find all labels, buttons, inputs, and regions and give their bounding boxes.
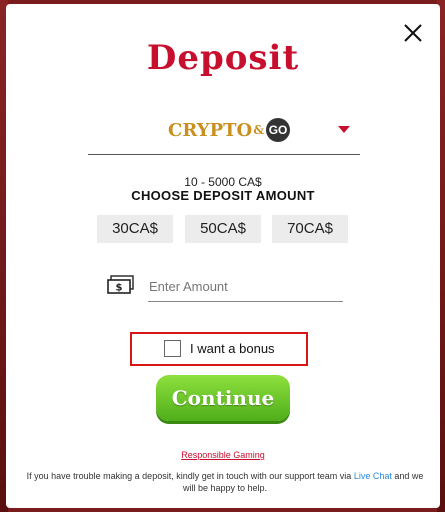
amount-option-50[interactable]: 50CA$ xyxy=(185,215,261,243)
choose-amount-label: CHOOSE DEPOSIT AMOUNT xyxy=(131,188,315,203)
payment-method-select[interactable]: CRYPTO & GO xyxy=(88,108,360,155)
amount-option-30[interactable]: 30CA$ xyxy=(97,215,173,243)
bonus-checkbox[interactable] xyxy=(164,340,181,357)
crypto-go-logo: CRYPTO & GO xyxy=(168,118,291,142)
bonus-label: I want a bonus xyxy=(190,341,275,356)
continue-button[interactable]: Continue xyxy=(156,375,290,421)
svg-text:$: $ xyxy=(116,283,123,294)
deposit-modal: Deposit CRYPTO & GO 10 - 5000 CA$ CHOOSE… xyxy=(6,4,440,508)
amount-option-70[interactable]: 70CA$ xyxy=(272,215,348,243)
logo-text: CRYPTO xyxy=(168,119,253,141)
modal-title: Deposit xyxy=(146,38,300,78)
chevron-down-icon[interactable] xyxy=(338,126,350,133)
logo-amp: & xyxy=(253,123,265,137)
cash-icon: $ xyxy=(107,275,135,300)
bonus-highlight: I want a bonus xyxy=(130,332,308,366)
support-text: If you have trouble making a deposit, ki… xyxy=(26,471,352,481)
amount-input[interactable] xyxy=(148,271,343,302)
deposit-range: 10 - 5000 CA$ xyxy=(184,175,262,189)
support-message: If you have trouble making a deposit, ki… xyxy=(24,470,426,494)
logo-go: GO xyxy=(266,118,291,142)
responsible-gaming-link[interactable]: Responsible Gaming xyxy=(6,450,440,460)
live-chat-link[interactable]: Live Chat xyxy=(354,471,392,481)
